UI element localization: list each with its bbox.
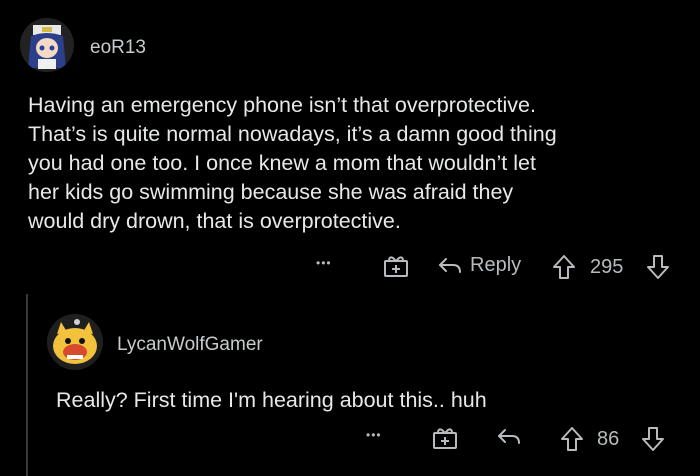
reply-username[interactable]: LycanWolfGamer: [117, 334, 263, 356]
reply-upvote-icon[interactable]: [560, 426, 584, 452]
score: 295: [590, 256, 624, 278]
reply-award-icon[interactable]: [432, 426, 458, 450]
reply-downvote-icon[interactable]: [641, 426, 665, 452]
reply-button[interactable]: Reply: [437, 254, 521, 277]
username[interactable]: eoR13: [90, 37, 146, 59]
reply-reply-arrow-icon[interactable]: [496, 426, 522, 448]
comment-body: Having an emergency phone isn’t that ove…: [28, 93, 557, 233]
downvote-icon[interactable]: [646, 254, 670, 280]
reply-score: 86: [597, 428, 620, 450]
reply-arrow-icon: [437, 255, 463, 277]
award-icon[interactable]: [383, 254, 409, 278]
upvote-icon[interactable]: [552, 254, 576, 280]
reply-label: Reply: [470, 254, 522, 276]
reply-avatar[interactable]: [47, 314, 103, 370]
reply-more-options-button[interactable]: •••: [366, 428, 382, 442]
reply-body: Really? First time I'm hearing about thi…: [56, 388, 487, 412]
thread-line[interactable]: [26, 294, 28, 476]
avatar[interactable]: [20, 18, 74, 72]
reply-more-dots: •••: [366, 428, 382, 442]
more-options-button[interactable]: •••: [316, 256, 332, 270]
more-dots: •••: [316, 256, 332, 270]
